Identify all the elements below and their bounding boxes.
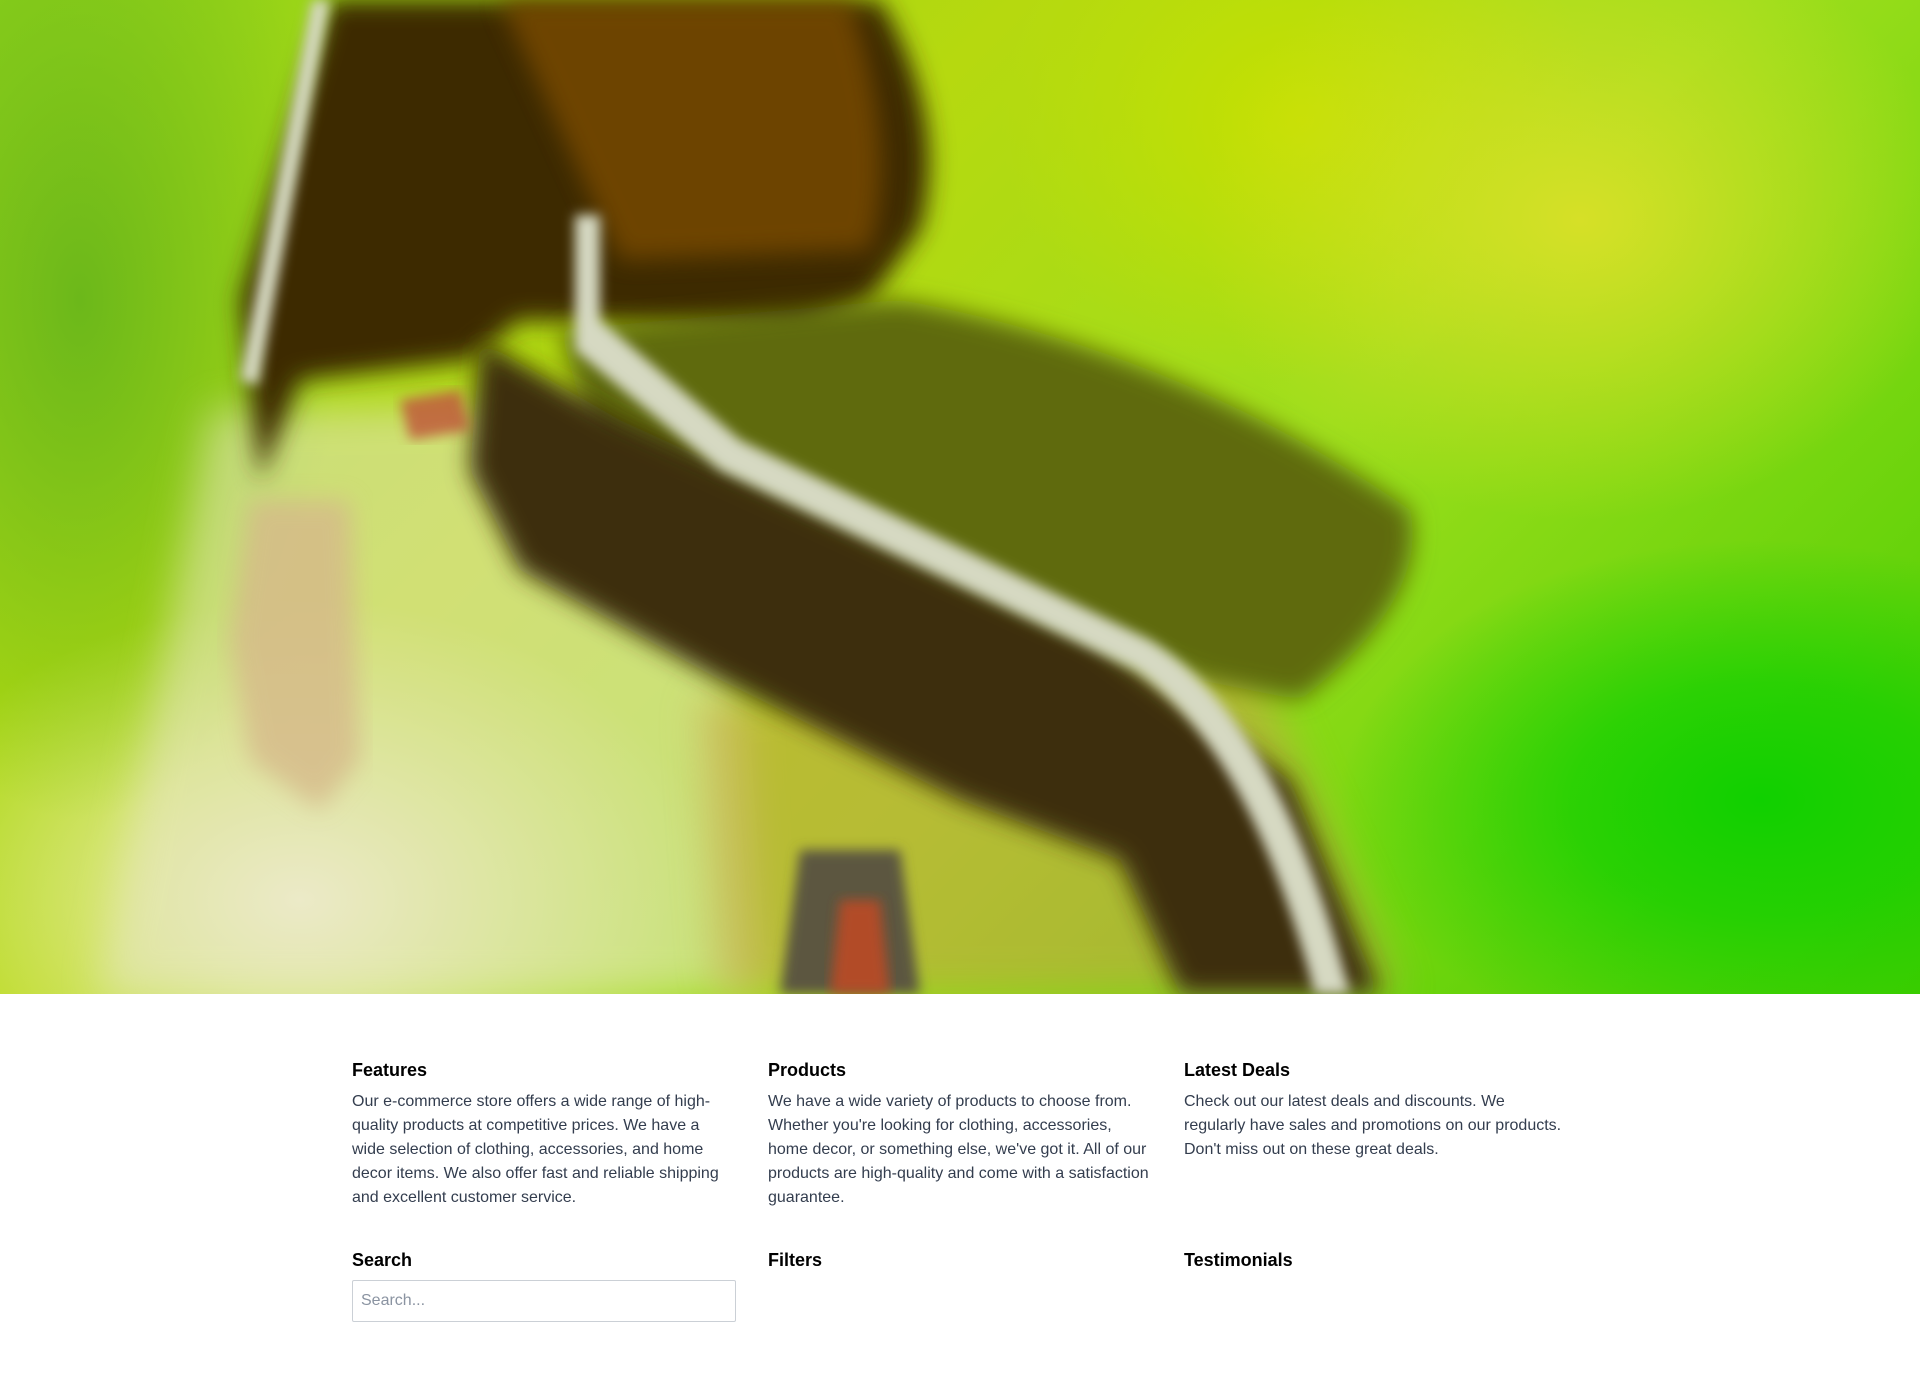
latest-deals-title: Latest Deals [1184,1060,1291,1080]
testimonials-title: Testimonials [1184,1250,1293,1270]
testimonials-section: Testimonials [1184,1248,1568,1322]
filters-section: Filters [768,1248,1152,1322]
info-row: Features Our e-commerce store offers a w… [352,1058,1568,1210]
search-input[interactable] [352,1280,736,1322]
products-text: We have a wide variety of products to ch… [768,1093,1149,1206]
content-sections: Features Our e-commerce store offers a w… [352,1058,1568,1322]
search-title: Search [352,1250,413,1270]
features-text: Our e-commerce store offers a wide range… [352,1093,719,1206]
features-section: Features Our e-commerce store offers a w… [352,1058,736,1210]
filters-title: Filters [768,1250,823,1270]
latest-deals-section: Latest Deals Check out our latest deals … [1184,1058,1568,1210]
hero-photo [100,0,1413,994]
features-title: Features [352,1060,428,1080]
tools-row: Search Filters Testimonials [352,1248,1568,1322]
products-title: Products [768,1060,847,1080]
hero-banner [0,0,1920,994]
search-section: Search [352,1248,736,1322]
latest-deals-text: Check out our latest deals and discounts… [1184,1093,1562,1158]
products-section: Products We have a wide variety of produ… [768,1058,1152,1210]
